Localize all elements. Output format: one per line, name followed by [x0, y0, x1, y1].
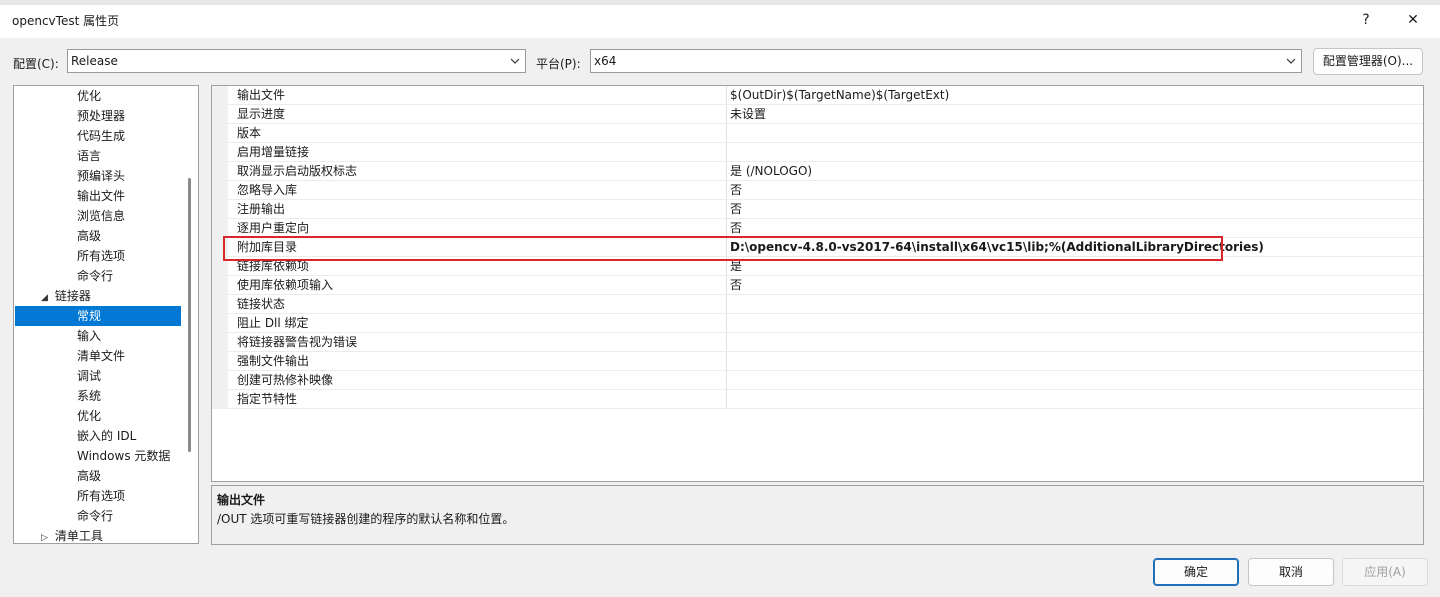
property-grid[interactable]: 输出文件 $(OutDir)$(TargetName)$(TargetExt) 显… — [211, 85, 1424, 482]
table-row[interactable]: 指定节特性 — [228, 390, 1423, 409]
tree-item-manifest-tool[interactable]: ▷ 清单工具 — [14, 526, 180, 543]
tree-item[interactable]: 命令行 — [14, 266, 180, 286]
description-title: 输出文件 — [217, 493, 266, 507]
table-row[interactable]: 显示进度 未设置 — [228, 105, 1423, 124]
help-icon[interactable]: ? — [1353, 10, 1379, 30]
category-tree[interactable]: 优化 预处理器 代码生成 语言 预编译头 输出文件 浏览信息 高级 所有选项 命… — [13, 85, 199, 544]
cancel-button[interactable]: 取消 — [1248, 558, 1334, 586]
table-row[interactable]: 创建可热修补映像 — [228, 371, 1423, 390]
table-row[interactable]: 使用库依赖项输入否 — [228, 276, 1423, 295]
table-row[interactable]: 注册输出否 — [228, 200, 1423, 219]
tree-item[interactable]: 清单文件 — [14, 346, 180, 366]
config-value: Release — [71, 54, 118, 68]
platform-label: 平台(P): — [536, 57, 581, 71]
collapsed-arrow-icon[interactable]: ▷ — [41, 528, 51, 543]
tree-item-linker[interactable]: ◢ 链接器 — [14, 286, 180, 306]
tree-scrollbar[interactable] — [188, 178, 191, 452]
ok-button[interactable]: 确定 — [1153, 558, 1239, 586]
tree-item[interactable]: 预处理器 — [14, 106, 180, 126]
table-row[interactable]: 启用增量链接 — [228, 143, 1423, 162]
expanded-arrow-icon[interactable]: ◢ — [41, 288, 51, 308]
table-row[interactable]: 链接状态 — [228, 295, 1423, 314]
highlight-annotation — [223, 236, 1223, 261]
apply-button[interactable]: 应用(A) — [1342, 558, 1428, 586]
description-text: /OUT 选项可重写链接器创建的程序的默认名称和位置。 — [217, 512, 515, 526]
table-row[interactable]: 版本 — [228, 124, 1423, 143]
platform-select[interactable]: x64 — [590, 49, 1302, 73]
tree-item[interactable]: Windows 元数据 — [14, 446, 180, 466]
tree-item-linker-general[interactable]: 常规 — [15, 306, 181, 326]
table-row[interactable]: 强制文件输出 — [228, 352, 1423, 371]
chevron-down-icon — [1286, 58, 1296, 64]
tree-item[interactable]: 输入 — [14, 326, 180, 346]
chevron-down-icon — [510, 58, 520, 64]
tree-item[interactable]: 浏览信息 — [14, 206, 180, 226]
tree-item[interactable]: 所有选项 — [14, 246, 180, 266]
tree-item[interactable]: 代码生成 — [14, 126, 180, 146]
tree-item[interactable]: 优化 — [14, 86, 180, 106]
tree-item[interactable]: 优化 — [14, 406, 180, 426]
tree-item[interactable]: 高级 — [14, 226, 180, 246]
description-panel: 输出文件 /OUT 选项可重写链接器创建的程序的默认名称和位置。 — [211, 485, 1424, 545]
tree-item[interactable]: 所有选项 — [14, 486, 180, 506]
config-label: 配置(C): — [13, 57, 59, 71]
tree-item[interactable]: 预编译头 — [14, 166, 180, 186]
title-bar: opencvTest 属性页 ? ✕ — [0, 0, 1440, 38]
tree-item[interactable]: 高级 — [14, 466, 180, 486]
config-manager-button[interactable]: 配置管理器(O)... — [1313, 48, 1423, 75]
table-row[interactable]: 将链接器警告视为错误 — [228, 333, 1423, 352]
table-row[interactable]: 取消显示启动版权标志是 (/NOLOGO) — [228, 162, 1423, 181]
tree-item[interactable]: 命令行 — [14, 506, 180, 526]
tree-item[interactable]: 语言 — [14, 146, 180, 166]
platform-value: x64 — [594, 54, 617, 68]
table-row[interactable]: 忽略导入库否 — [228, 181, 1423, 200]
tree-item[interactable]: 系统 — [14, 386, 180, 406]
table-row[interactable]: 输出文件 $(OutDir)$(TargetName)$(TargetExt) — [228, 86, 1423, 105]
title-bar-strip — [0, 0, 1440, 5]
tree-item[interactable]: 输出文件 — [14, 186, 180, 206]
config-select[interactable]: Release — [67, 49, 526, 73]
tree-item[interactable]: 嵌入的 IDL — [14, 426, 180, 446]
table-row[interactable]: 阻止 Dll 绑定 — [228, 314, 1423, 333]
tree-item[interactable]: 调试 — [14, 366, 180, 386]
close-icon[interactable]: ✕ — [1400, 10, 1426, 30]
window-title: opencvTest 属性页 — [12, 14, 120, 28]
